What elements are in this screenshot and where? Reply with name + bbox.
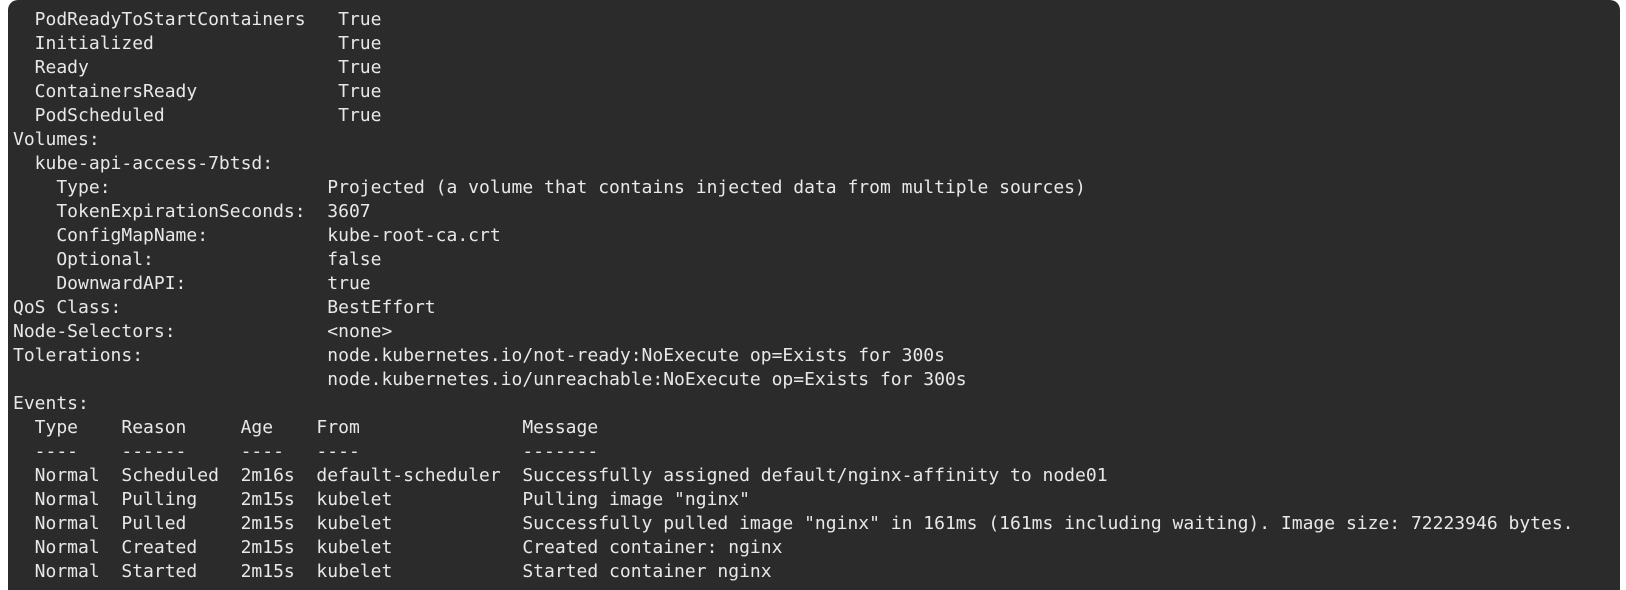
condition-row-containers-ready: ContainersReady True (13, 81, 382, 102)
volume-optional-row: Optional: false (13, 249, 382, 270)
tolerations-row-continued: node.kubernetes.io/unreachable:NoExecute… (13, 369, 967, 390)
event-row-created: Normal Created 2m15s kubelet Created con… (13, 537, 783, 558)
terminal-window[interactable]: PodReadyToStartContainers True Initializ… (8, 0, 1620, 590)
volume-name: kube-api-access-7btsd: (13, 153, 274, 174)
volumes-heading: Volumes: (13, 129, 100, 150)
tolerations-row: Tolerations: node.kubernetes.io/not-read… (13, 345, 945, 366)
condition-row-ready: Ready True (13, 57, 382, 78)
volume-type-row: Type: Projected (a volume that contains … (13, 177, 1086, 198)
event-row-pulled: Normal Pulled 2m15s kubelet Successfully… (13, 513, 1574, 534)
event-row-scheduled: Normal Scheduled 2m16s default-scheduler… (13, 465, 1108, 486)
condition-row-pod-scheduled: PodScheduled True (13, 105, 382, 126)
volume-token-expiration-row: TokenExpirationSeconds: 3607 (13, 201, 371, 222)
node-selectors-row: Node-Selectors: <none> (13, 321, 393, 342)
condition-row-pod-ready-to-start-containers: PodReadyToStartContainers True (13, 9, 382, 30)
volume-downward-api-row: DownwardAPI: true (13, 273, 371, 294)
volume-configmap-row: ConfigMapName: kube-root-ca.crt (13, 225, 501, 246)
events-table-divider: ---- ------ ---- ---- ------- (13, 441, 599, 462)
condition-row-initialized: Initialized True (13, 33, 382, 54)
qos-class-row: QoS Class: BestEffort (13, 297, 436, 318)
events-heading: Events: (13, 393, 89, 414)
event-row-started: Normal Started 2m15s kubelet Started con… (13, 561, 772, 582)
event-row-pulling: Normal Pulling 2m15s kubelet Pulling ima… (13, 489, 750, 510)
terminal-output: PodReadyToStartContainers True Initializ… (8, 0, 1620, 584)
events-table-header: Type Reason Age From Message (13, 417, 599, 438)
